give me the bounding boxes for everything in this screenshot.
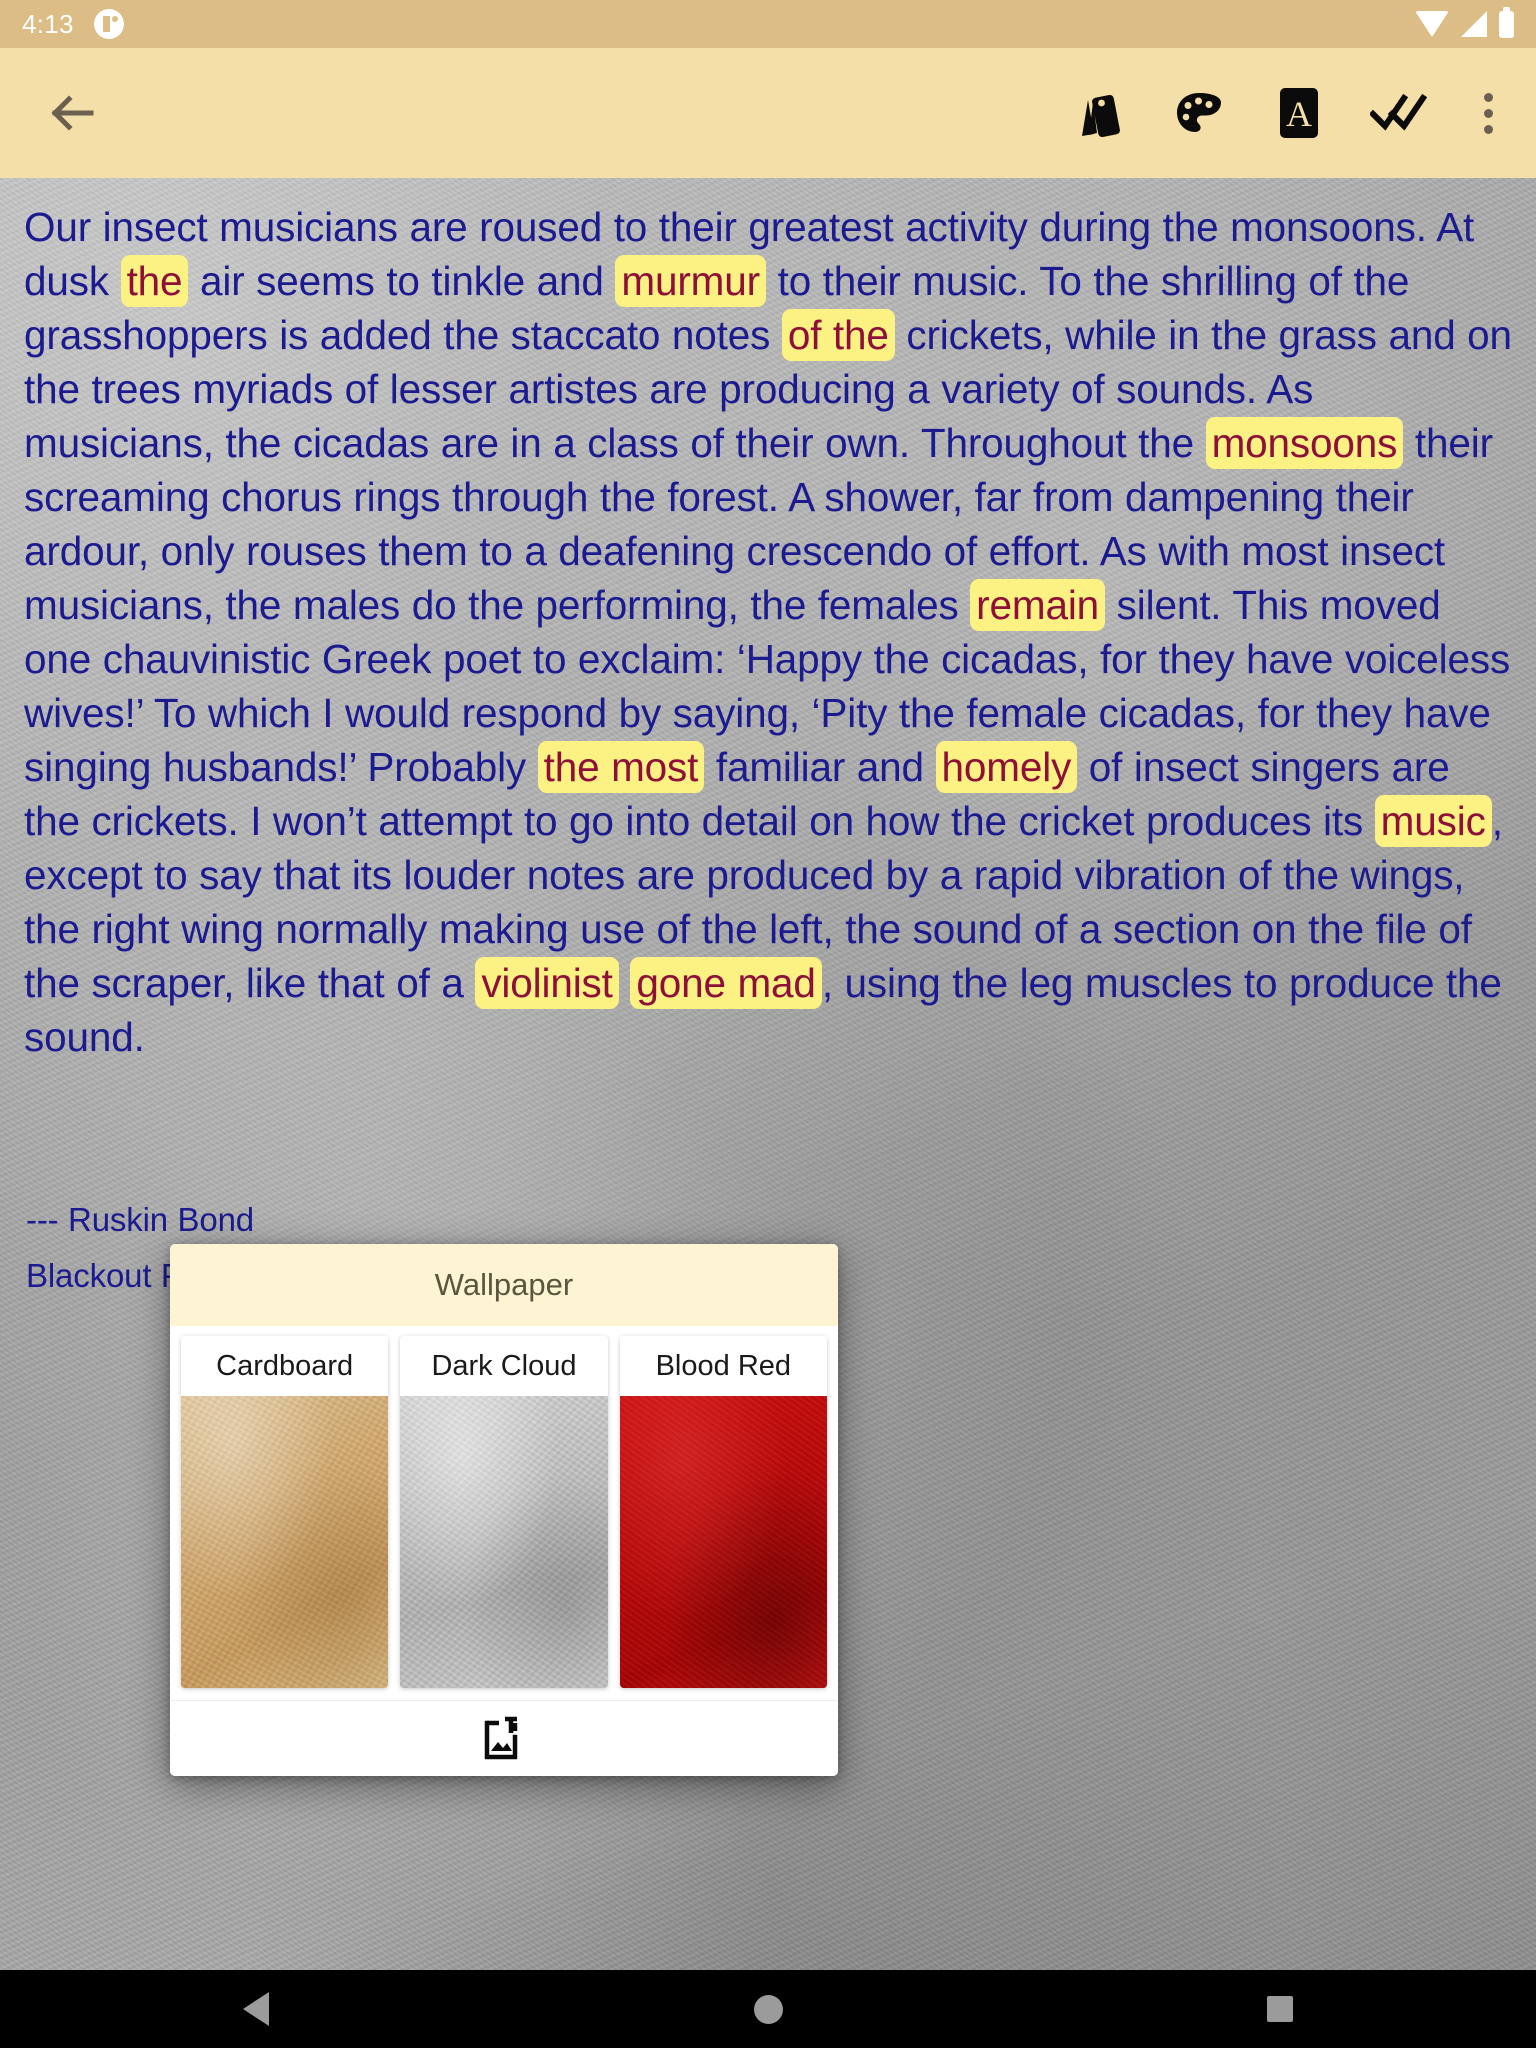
- wallpaper-option-label: Dark Cloud: [400, 1336, 608, 1396]
- nav-recents-icon: [1267, 1996, 1293, 2022]
- palette-icon[interactable]: [1168, 82, 1230, 144]
- svg-text:A: A: [1286, 94, 1312, 134]
- font-icon[interactable]: A: [1268, 82, 1330, 144]
- dialog-title: Wallpaper: [170, 1244, 838, 1326]
- toolbar-actions: A: [1068, 82, 1508, 144]
- wifi-icon: [1415, 11, 1449, 37]
- article-text: Our insect musicians are roused to their…: [0, 178, 1536, 1304]
- wallpaper-swatch-blood-red[interactable]: [619, 1396, 827, 1688]
- poem-paragraph: Our insect musicians are roused to their…: [24, 204, 1512, 1060]
- overflow-menu-icon[interactable]: [1468, 82, 1508, 144]
- wallpaper-swatch-dark-cloud[interactable]: [400, 1396, 608, 1688]
- notification-badge-icon: [93, 9, 124, 39]
- add-image-icon: [484, 1716, 518, 1759]
- cellular-signal-icon: [1461, 11, 1487, 37]
- wallpaper-option-blood-red[interactable]: Blood Red: [619, 1336, 827, 1688]
- nav-home-button[interactable]: [708, 1970, 828, 2048]
- nav-back-icon: [243, 1992, 269, 2026]
- double-check-icon[interactable]: [1368, 82, 1430, 144]
- wallpaper-option-label: Cardboard: [181, 1336, 389, 1396]
- wallpaper-icon[interactable]: [1068, 82, 1130, 144]
- add-image-button[interactable]: [170, 1700, 838, 1776]
- status-icons: [1415, 6, 1514, 38]
- battery-icon: [1499, 6, 1514, 38]
- nav-back-button[interactable]: [196, 1970, 316, 2048]
- nav-recents-button[interactable]: [1220, 1970, 1340, 2048]
- wallpaper-option-cardboard[interactable]: Cardboard: [181, 1336, 389, 1688]
- wallpaper-dialog: Wallpaper Cardboard Dark Cloud Blood Red: [170, 1244, 838, 1776]
- wallpaper-swatch-cardboard[interactable]: [181, 1396, 389, 1688]
- nav-home-icon: [753, 1994, 783, 2024]
- attribution-author: --- Ruskin Bond: [26, 1201, 254, 1238]
- status-clock: 4:13: [22, 8, 74, 39]
- android-nav-bar: [0, 1970, 1536, 2048]
- wallpaper-option-dark-cloud[interactable]: Dark Cloud: [400, 1336, 608, 1688]
- back-arrow-icon[interactable]: [40, 81, 104, 145]
- wallpaper-options: Cardboard Dark Cloud Blood Red: [170, 1326, 838, 1700]
- app-root: 4:13 A Our insect musicians are roused t…: [0, 0, 1536, 2048]
- status-bar: 4:13: [0, 0, 1536, 48]
- app-toolbar: A: [0, 48, 1536, 178]
- wallpaper-option-label: Blood Red: [619, 1336, 827, 1396]
